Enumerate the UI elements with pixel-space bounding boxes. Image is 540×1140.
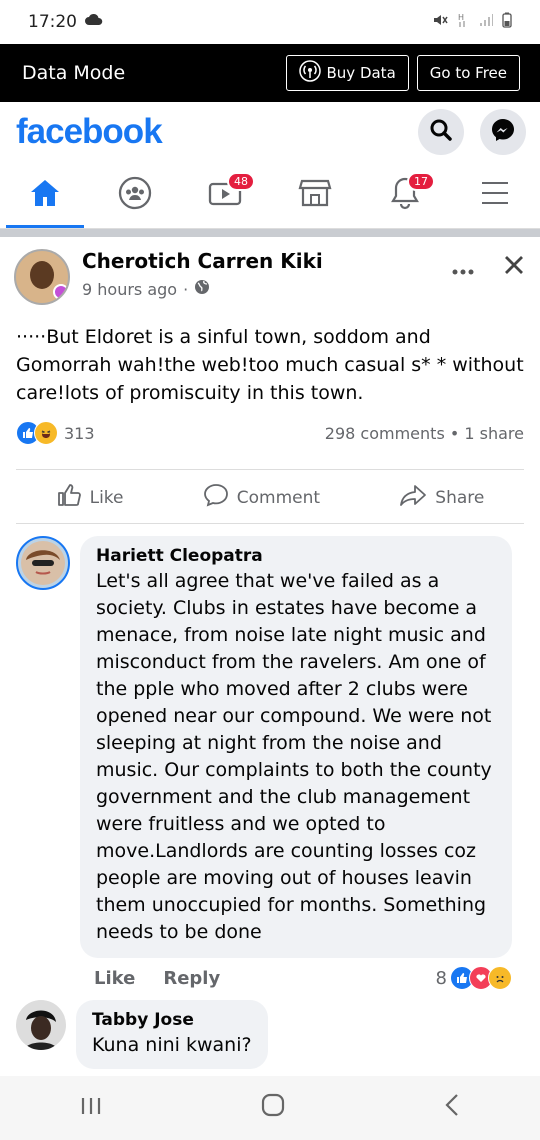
globe-icon: [194, 279, 210, 299]
share-button[interactable]: Share: [399, 483, 484, 512]
marketplace-icon: [298, 177, 332, 213]
go-to-free-label: Go to Free: [429, 64, 507, 82]
like-button[interactable]: Like: [56, 482, 124, 513]
mute-icon: [432, 12, 448, 32]
like-label: Like: [89, 487, 124, 508]
story-ring-icon: [53, 284, 68, 300]
author-avatar[interactable]: [14, 249, 70, 305]
go-to-free-button[interactable]: Go to Free: [416, 55, 520, 91]
hamburger-menu-icon: [480, 180, 510, 210]
notifications-badge: 17: [407, 172, 435, 191]
post-time[interactable]: 9 hours ago: [82, 280, 177, 299]
back-icon[interactable]: [444, 1093, 460, 1124]
buy-data-label: Buy Data: [326, 64, 396, 82]
search-button[interactable]: [418, 109, 464, 155]
comment-button[interactable]: Comment: [203, 482, 320, 513]
comment-reaction-count: 8: [435, 967, 447, 989]
commenter-name[interactable]: Tabby Jose: [92, 1010, 252, 1030]
broadcast-icon: [298, 60, 321, 86]
videos-badge: 48: [227, 172, 255, 191]
groups-icon: [118, 176, 152, 214]
feed-separator: [0, 229, 540, 237]
comment-like-button[interactable]: Like: [94, 968, 135, 989]
commenter-name[interactable]: Hariett Cleopatra: [96, 546, 496, 566]
system-navigation-bar: [0, 1076, 540, 1140]
post-author[interactable]: Cherotich Carren Kiki: [82, 249, 323, 273]
haha-reaction-icon: [34, 421, 58, 445]
comment-reactions[interactable]: 8: [436, 966, 512, 990]
comment-bubble: Tabby Jose Kuna nini kwani?: [76, 1000, 268, 1069]
more-options-icon[interactable]: [452, 256, 474, 281]
facebook-logo[interactable]: facebook: [16, 112, 163, 152]
dot-separator: ·: [183, 279, 189, 299]
post-action-bar: Like Comment Share: [16, 469, 524, 524]
data-mode-title: Data Mode: [22, 62, 126, 84]
avatar-face: [30, 261, 54, 289]
comment-text: Kuna nini kwani?: [92, 1034, 252, 1056]
comment-text: Let's all agree that we've failed as a s…: [96, 570, 492, 943]
comment-bubble: Hariett Cleopatra Let's all agree that w…: [80, 536, 512, 958]
comment-footer: Like Reply 8: [80, 958, 512, 990]
close-icon[interactable]: [504, 255, 524, 281]
status-time: 17:20: [28, 12, 77, 32]
tab-notifications[interactable]: 17: [360, 162, 450, 228]
comment-item: Hariett Cleopatra Let's all agree that w…: [0, 524, 540, 990]
post-header: Cherotich Carren Kiki 9 hours ago ·: [0, 237, 540, 305]
network-icon: H: [456, 12, 470, 32]
comment-label: Comment: [236, 487, 321, 508]
post-reactions-bar: 313 298 comments • 1 share: [0, 407, 540, 445]
commenter-avatar[interactable]: [16, 536, 70, 590]
messenger-button[interactable]: [480, 109, 526, 155]
data-mode-bar: Data Mode Buy Data Go to Free: [0, 44, 540, 102]
status-bar: 17:20 H: [0, 0, 540, 44]
comment-reply-button[interactable]: Reply: [163, 968, 220, 989]
cloud-icon: [85, 12, 103, 32]
thumbs-up-icon: [56, 482, 82, 513]
comment-item: Tabby Jose Kuna nini kwani?: [0, 990, 540, 1069]
home-icon: [29, 178, 61, 212]
tab-groups[interactable]: [90, 162, 180, 228]
share-icon: [399, 483, 427, 512]
search-icon: [429, 118, 453, 146]
post-text: ·····But Eldoret is a sinful town, soddo…: [16, 326, 524, 404]
messenger-icon: [490, 117, 516, 147]
reaction-count: 313: [64, 423, 95, 443]
tab-menu[interactable]: [450, 162, 540, 228]
battery-icon: [502, 12, 512, 32]
svg-text:H: H: [458, 13, 464, 22]
home-nav-icon[interactable]: [261, 1093, 285, 1124]
app-header: facebook: [0, 102, 540, 162]
tab-videos[interactable]: 48: [180, 162, 270, 228]
signal-icon: [478, 12, 494, 32]
nav-tabs: 48 17: [0, 162, 540, 229]
comment-icon: [203, 482, 229, 513]
commenter-avatar[interactable]: [16, 1000, 66, 1050]
post: Cherotich Carren Kiki 9 hours ago · ····…: [0, 237, 540, 524]
tab-home[interactable]: [0, 162, 90, 228]
share-label: Share: [435, 487, 485, 508]
sad-reaction-icon: [488, 966, 512, 990]
comments-shares-count[interactable]: 298 comments • 1 share: [325, 424, 524, 443]
reaction-summary[interactable]: 313: [16, 421, 95, 445]
tab-marketplace[interactable]: [270, 162, 360, 228]
buy-data-button[interactable]: Buy Data: [285, 55, 409, 91]
recent-apps-icon[interactable]: [80, 1093, 102, 1123]
